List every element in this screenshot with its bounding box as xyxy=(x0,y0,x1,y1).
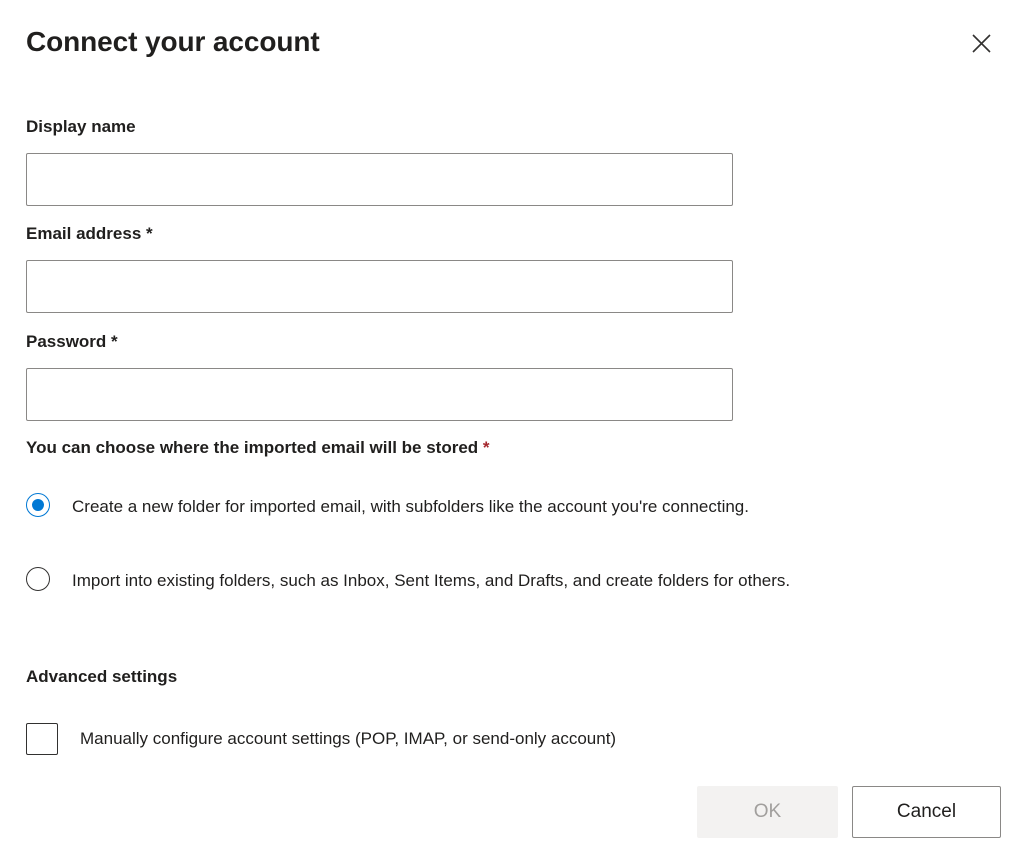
radio-indicator-existing-folders[interactable] xyxy=(26,567,50,591)
storage-choice-label-text: You can choose where the imported email … xyxy=(26,438,479,457)
radio-option-existing-folders[interactable]: Import into existing folders, such as In… xyxy=(26,565,998,597)
close-button[interactable] xyxy=(964,26,998,60)
email-address-input[interactable] xyxy=(26,260,733,313)
manual-configure-checkbox[interactable] xyxy=(26,723,58,755)
dialog-header: Connect your account xyxy=(26,22,998,66)
storage-required-asterisk: * xyxy=(482,438,490,457)
storage-choice-label: You can choose where the imported email … xyxy=(26,437,490,459)
password-required-asterisk: * xyxy=(111,332,118,351)
ok-button[interactable]: OK xyxy=(697,786,838,838)
close-icon xyxy=(971,33,992,54)
email-required-asterisk: * xyxy=(146,224,153,243)
connect-account-dialog: Connect your account Display name Email … xyxy=(0,0,1024,851)
password-label: Password * xyxy=(26,331,118,353)
radio-option-new-folder[interactable]: Create a new folder for imported email, … xyxy=(26,491,998,523)
display-name-label: Display name xyxy=(26,116,136,138)
email-address-label-text: Email address xyxy=(26,224,142,243)
page-title: Connect your account xyxy=(26,26,320,57)
radio-indicator-new-folder[interactable] xyxy=(26,493,50,517)
password-label-text: Password xyxy=(26,332,107,351)
display-name-input[interactable] xyxy=(26,153,733,206)
manual-configure-checkbox-label: Manually configure account settings (POP… xyxy=(80,729,617,748)
manual-configure-checkbox-row[interactable]: Manually configure account settings (POP… xyxy=(26,723,616,755)
cancel-button[interactable]: Cancel xyxy=(852,786,1001,838)
advanced-settings-heading: Advanced settings xyxy=(26,667,178,686)
email-address-label: Email address * xyxy=(26,223,153,245)
radio-option-new-folder-label: Create a new folder for imported email, … xyxy=(72,497,749,516)
display-name-label-text: Display name xyxy=(26,117,136,136)
password-input[interactable] xyxy=(26,368,733,421)
radio-option-existing-folders-label: Import into existing folders, such as In… xyxy=(72,571,791,590)
